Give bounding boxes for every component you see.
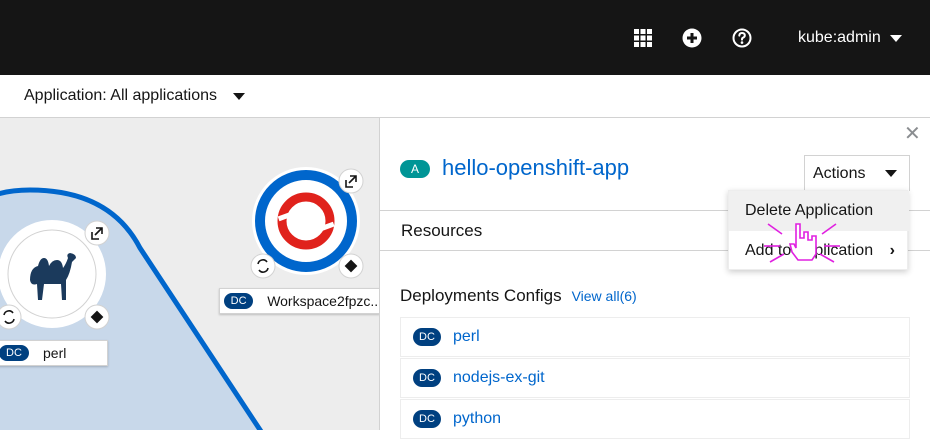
- actions-dropdown-button[interactable]: Actions: [804, 155, 910, 191]
- node-label-workspace[interactable]: DC Workspace2fpzc...: [219, 288, 380, 314]
- dc-badge: DC: [413, 369, 441, 387]
- dc-badge: DC: [0, 345, 29, 361]
- resource-link[interactable]: python: [453, 410, 501, 428]
- tab-resources[interactable]: Resources: [380, 211, 730, 251]
- section-deployment-configs: Deployments Configs View all(6): [400, 286, 637, 306]
- application-title[interactable]: hello-openshift-app: [442, 155, 629, 181]
- application-bar: Application: All applications: [0, 75, 930, 118]
- grid-icon[interactable]: [632, 27, 654, 49]
- node-name: Workspace2fpzc...: [267, 293, 379, 309]
- user-name: kube:admin: [798, 29, 881, 46]
- masthead: kube:admin: [0, 0, 930, 75]
- menu-item-label: Add to Application: [745, 242, 874, 259]
- menu-item-label: Delete Application: [745, 202, 874, 219]
- menu-item-delete-application[interactable]: Delete Application: [729, 191, 909, 231]
- actions-menu: Delete Application Add to Application ›: [728, 190, 909, 271]
- chevron-right-icon: ›: [889, 242, 895, 259]
- section-title: Deployments Configs: [400, 286, 562, 305]
- node-label-perl[interactable]: DC perl: [0, 340, 108, 366]
- refresh-icon: [0, 304, 22, 330]
- actions-label: Actions: [813, 164, 866, 182]
- application-side-panel: ✕ A hello-openshift-app Actions Resource…: [379, 118, 930, 439]
- resource-link[interactable]: nodejs-ex-git: [453, 369, 545, 387]
- view-all-link[interactable]: View all(6): [572, 288, 637, 304]
- refresh-icon: [250, 253, 276, 279]
- dc-badge: DC: [413, 410, 441, 428]
- menu-item-add-to-application[interactable]: Add to Application ›: [729, 231, 909, 271]
- application-selector-label: Application: All applications: [24, 87, 218, 104]
- plus-circle-icon[interactable]: [681, 27, 703, 49]
- node-name: perl: [43, 345, 67, 361]
- application-selector[interactable]: Application: All applications: [24, 87, 246, 105]
- dc-badge: DC: [224, 293, 254, 309]
- resource-row: DC perl: [400, 317, 910, 357]
- resource-link[interactable]: perl: [453, 328, 480, 346]
- help-icon[interactable]: [731, 27, 753, 49]
- caret-down-icon: [233, 92, 246, 100]
- resource-row: DC python: [400, 399, 910, 439]
- git-icon: [338, 253, 364, 279]
- caret-down-icon: [889, 34, 902, 42]
- topology-graph: [0, 167, 364, 430]
- dc-badge: DC: [413, 328, 441, 346]
- topology-canvas[interactable]: DC perl DC Workspace2fpzc...: [0, 118, 380, 430]
- open-url-icon: [84, 220, 110, 246]
- user-menu[interactable]: kube:admin: [798, 27, 902, 49]
- resource-row: DC nodejs-ex-git: [400, 358, 910, 398]
- open-url-icon: [338, 168, 364, 194]
- application-badge: A: [400, 160, 430, 178]
- caret-down-icon: [885, 170, 898, 177]
- close-icon[interactable]: ✕: [904, 121, 921, 146]
- git-icon: [84, 304, 110, 330]
